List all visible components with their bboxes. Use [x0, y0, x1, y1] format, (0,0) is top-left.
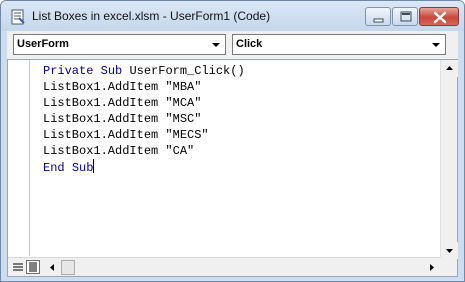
keyword: End — [43, 161, 65, 175]
scroll-left-button[interactable] — [44, 259, 61, 276]
code-window: List Boxes in excel.xlsm - UserForm1 (Co… — [0, 0, 465, 282]
vertical-scrollbar[interactable] — [440, 60, 458, 259]
chevron-down-icon[interactable] — [208, 36, 224, 53]
object-combo[interactable]: UserForm — [13, 34, 226, 55]
code-line: ListBox1.AddItem "MECS" — [43, 128, 209, 142]
code-line: ListBox1.AddItem "CA" — [43, 144, 195, 158]
vba-code-window-icon[interactable] — [10, 9, 26, 25]
object-combo-value: UserForm — [17, 38, 69, 50]
code-line: ListBox1.AddItem "MCA" — [43, 96, 202, 110]
procedure-combo[interactable]: Click — [232, 34, 446, 55]
size-grip[interactable] — [440, 257, 457, 276]
text-caret — [93, 159, 95, 173]
keyword: Sub — [71, 161, 94, 175]
keyword: Private — [43, 64, 94, 78]
scroll-up-button[interactable] — [441, 60, 458, 77]
code-line: ListBox1.AddItem "MBA" — [43, 80, 202, 94]
bottom-bar — [8, 257, 457, 276]
combo-toolbar: UserForm Click — [7, 31, 458, 59]
code-line: End Sub — [43, 159, 245, 176]
scroll-right-button[interactable] — [423, 259, 440, 276]
close-button[interactable] — [419, 7, 459, 26]
window-title: List Boxes in excel.xlsm - UserForm1 (Co… — [32, 9, 271, 23]
title-bar[interactable]: List Boxes in excel.xlsm - UserForm1 (Co… — [1, 1, 464, 31]
full-module-view-icon[interactable] — [26, 260, 40, 274]
margin-indicator-bar[interactable] — [8, 60, 30, 256]
procedure-view-icon[interactable] — [11, 260, 25, 274]
minimize-button[interactable] — [365, 7, 391, 26]
procedure-name: UserForm_Click() — [129, 64, 245, 78]
maximize-button[interactable] — [392, 7, 418, 26]
code-text[interactable]: Private Sub UserForm_Click() ListBox1.Add… — [43, 63, 245, 176]
code-editor[interactable]: Private Sub UserForm_Click() ListBox1.Add… — [7, 59, 458, 277]
horizontal-scroll-thumb[interactable] — [61, 260, 75, 275]
code-line: Private Sub UserForm_Click() — [43, 63, 245, 79]
code-line: ListBox1.AddItem "MSC" — [43, 112, 202, 126]
procedure-combo-value: Click — [236, 38, 263, 50]
keyword: Sub — [100, 64, 123, 78]
chevron-down-icon[interactable] — [428, 36, 444, 53]
